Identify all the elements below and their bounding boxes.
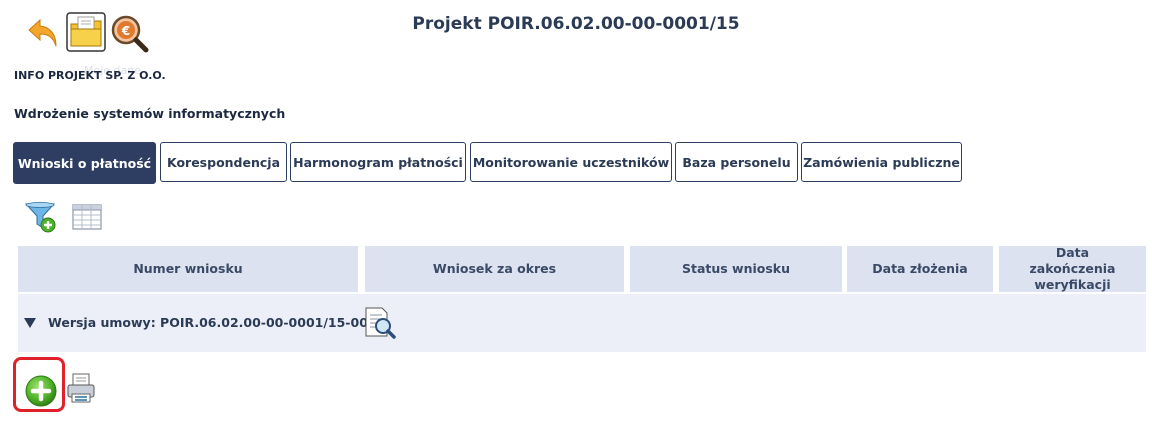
tab-label: Monitorowanie uczestników	[472, 154, 670, 170]
column-header-numer-wniosku[interactable]: Numer wniosku	[18, 246, 358, 292]
column-label: Data złożenia	[872, 261, 968, 276]
column-label: Wniosek za okres	[432, 261, 557, 276]
tab-korespondencja[interactable]: Korespondencja	[160, 142, 287, 182]
collapse-caret-icon[interactable]	[24, 318, 36, 328]
project-name: Wdrożenie systemów informatycznych	[14, 106, 286, 121]
tab-monitorowanie-uczestnikow[interactable]: Monitorowanie uczestników	[470, 142, 672, 182]
tab-label: Baza personelu	[682, 154, 791, 170]
filter-add-icon[interactable]	[24, 200, 58, 234]
tab-label: Wnioski o płatność	[17, 155, 152, 171]
contract-version-row: Wersja umowy: POIR.06.02.00-00-0001/15-0…	[18, 294, 1146, 352]
tab-zamowienia-publiczne[interactable]: Zamówienia publiczne	[801, 142, 962, 182]
tab-baza-personelu[interactable]: Baza personelu	[675, 142, 798, 182]
tab-label: Zamówienia publiczne	[803, 154, 960, 170]
column-label: Status wniosku	[681, 261, 791, 276]
table-columns-icon[interactable]	[72, 204, 102, 230]
table-header: Numer wniosku Wniosek za okres Status wn…	[18, 245, 1146, 292]
tab-wnioski-o-platnosc[interactable]: Wnioski o płatność	[13, 142, 156, 184]
print-icon[interactable]	[66, 372, 96, 404]
page-title: Projekt POIR.06.02.00-00-0001/15	[412, 14, 740, 34]
add-icon[interactable]	[24, 374, 58, 408]
column-header-status-wniosku[interactable]: Status wniosku	[630, 246, 842, 292]
column-header-data-zakonczenia-weryfikacji[interactable]: Data zakończenia weryfikacji	[999, 245, 1146, 292]
column-label: Numer wniosku	[133, 261, 243, 276]
tab-label: Korespondencja	[166, 154, 281, 170]
column-header-wniosek-za-okres[interactable]: Wniosek za okres	[365, 246, 624, 292]
column-label: Data zakończenia weryfikacji	[1029, 245, 1116, 292]
tab-harmonogram-platnosci[interactable]: Harmonogram płatności	[290, 142, 466, 182]
company-name: INFO PROJEKT SP. Z O.O.	[14, 69, 166, 82]
contract-version-label: Wersja umowy: POIR.06.02.00-00-0001/15-0…	[48, 315, 368, 330]
document-preview-icon[interactable]	[363, 306, 397, 340]
tab-label: Harmonogram płatności	[293, 154, 463, 170]
column-header-data-zlozenia[interactable]: Data złożenia	[847, 246, 993, 292]
